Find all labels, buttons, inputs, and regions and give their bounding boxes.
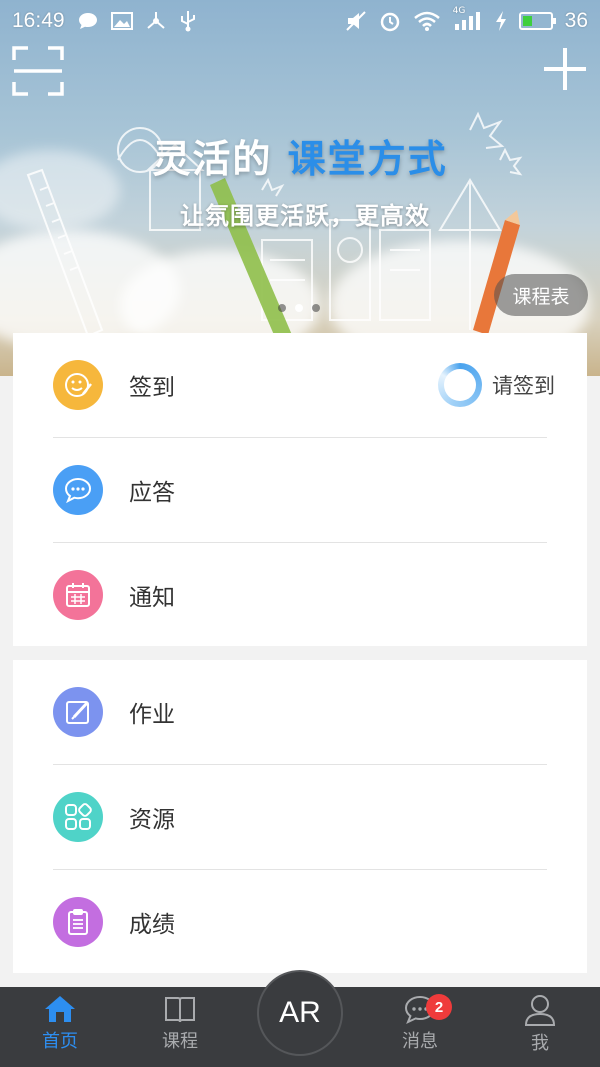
tab-me[interactable]: 我 xyxy=(480,987,600,1067)
status-time: 16:49 xyxy=(12,9,65,32)
study-actions-card: 作业 资源 成绩 xyxy=(13,660,587,973)
list-item-answer[interactable]: 应答 xyxy=(13,438,587,542)
network-type-label: 4G xyxy=(452,6,466,16)
clipboard-icon xyxy=(53,897,103,947)
mute-icon xyxy=(345,11,366,31)
user-icon xyxy=(524,995,556,1026)
usb-icon xyxy=(180,11,195,32)
battery-percent: 36 xyxy=(564,9,588,32)
list-item-homework[interactable]: 作业 xyxy=(13,660,587,764)
schedule-button[interactable]: 课程表 xyxy=(494,274,588,316)
tab-courses[interactable]: 课程 xyxy=(120,987,240,1067)
plus-icon[interactable] xyxy=(540,44,590,94)
banner-title-part1: 灵活的 xyxy=(152,137,273,181)
classroom-actions-card: 签到 请签到 应答 通知 xyxy=(13,333,587,646)
image-icon xyxy=(110,12,133,30)
signal-icon: 4G xyxy=(453,6,483,32)
share-icon xyxy=(146,12,165,29)
carousel-dot-active[interactable] xyxy=(295,304,303,312)
banner-subtitle: 让氛围更活跃，更高效 xyxy=(180,202,430,230)
tab-home-label: 首页 xyxy=(42,1031,78,1052)
chat-dots-icon xyxy=(53,465,103,515)
list-item-notice[interactable]: 通知 xyxy=(13,543,587,647)
book-icon xyxy=(165,997,195,1023)
edit-icon xyxy=(53,687,103,737)
tab-messages-label: 消息 xyxy=(402,1031,438,1052)
resources-label: 资源 xyxy=(129,807,175,833)
checkin-status[interactable]: 请签到 xyxy=(438,363,555,407)
banner-title: 灵活的 课堂方式 xyxy=(0,128,600,183)
loading-spinner-icon xyxy=(438,363,482,407)
status-bar: 16:49 4G 36 xyxy=(0,0,600,42)
alarm-icon xyxy=(380,12,399,32)
banner-title-highlight: 课堂方式 xyxy=(287,137,448,181)
wifi-icon xyxy=(413,11,440,31)
list-item-resources[interactable]: 资源 xyxy=(13,765,587,869)
checkin-status-text: 请签到 xyxy=(492,374,555,398)
carousel-dot[interactable] xyxy=(312,304,320,312)
homework-label: 作业 xyxy=(129,702,175,728)
smile-pen-icon xyxy=(53,360,103,410)
checkin-label: 签到 xyxy=(129,375,175,401)
calendar-icon xyxy=(53,570,103,620)
carousel-indicator xyxy=(278,304,320,312)
grid-icon xyxy=(53,792,103,842)
carousel-dot[interactable] xyxy=(278,304,286,312)
chat-bubble-icon xyxy=(78,13,97,29)
home-icon xyxy=(45,996,75,1022)
tab-messages[interactable]: 消息 xyxy=(360,987,480,1067)
banner[interactable]: 16:49 4G 36 灵活的 课堂方式 让氛围更活跃，更高效 课程表 xyxy=(0,0,600,376)
tab-me-label: 我 xyxy=(531,1033,549,1054)
message-badge: 2 xyxy=(426,994,452,1020)
notice-label: 通知 xyxy=(129,585,175,611)
battery-icon xyxy=(518,12,556,30)
tab-home[interactable]: 首页 xyxy=(0,987,120,1067)
charging-icon xyxy=(495,11,506,31)
tab-courses-label: 课程 xyxy=(162,1031,198,1052)
answer-label: 应答 xyxy=(129,480,175,506)
scan-icon[interactable] xyxy=(12,46,64,96)
grades-label: 成绩 xyxy=(129,912,175,938)
ar-button[interactable]: AR xyxy=(257,970,343,1056)
list-item-checkin[interactable]: 签到 请签到 xyxy=(13,333,587,437)
list-item-grades[interactable]: 成绩 xyxy=(13,870,587,974)
